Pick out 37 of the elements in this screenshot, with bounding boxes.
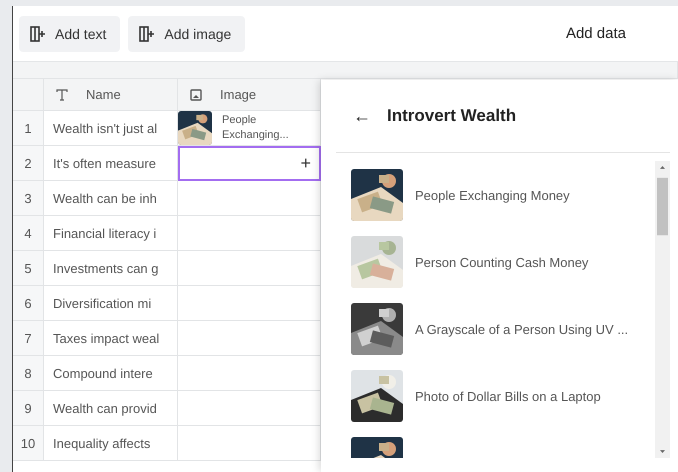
table-cell[interactable]: It's often measure (44, 146, 178, 181)
row-number: 1 (13, 111, 44, 146)
add-column-icon (29, 24, 47, 42)
add-column-button[interactable]: Add image (128, 16, 246, 52)
row-number: 6 (13, 286, 44, 321)
image-title[interactable]: People Exchanging Money (415, 188, 570, 202)
table-cell[interactable]: Investments can g (44, 251, 178, 286)
image-caption: People Exchanging... (222, 113, 290, 143)
row-number: 3 (13, 181, 44, 216)
row-number: 2 (13, 146, 44, 181)
image-cell[interactable]: + (178, 146, 321, 181)
row-number: 10 (13, 426, 44, 461)
add-column-icon (138, 24, 156, 42)
column-header[interactable]: Image (178, 79, 321, 111)
row-number: 9 (13, 391, 44, 426)
image-title[interactable]: A Grayscale of a Person Using UV ... (415, 322, 628, 336)
column-header[interactable]: Name (44, 79, 178, 111)
back-button[interactable]: ← (353, 106, 371, 126)
table-cell[interactable]: Inequality affects (44, 426, 178, 461)
image-title[interactable]: Photo of Dollar Bills on a Laptop (415, 388, 601, 404)
table-cell[interactable]: Taxes impact weal (44, 321, 178, 356)
add-data-title: Add data (566, 25, 626, 42)
image-type-icon (190, 88, 202, 100)
row-number: 7 (13, 321, 44, 356)
row-number: 5 (13, 251, 44, 286)
table-cell[interactable]: Wealth can provid (44, 391, 178, 426)
table-cell[interactable]: Diversification mi (44, 286, 178, 321)
row-number: 8 (13, 356, 44, 391)
table-cell[interactable]: Compound intere (44, 356, 178, 391)
image-cell[interactable]: People Exchanging... (178, 111, 321, 146)
table-cell[interactable]: Financial literacy i (44, 216, 178, 251)
row-number: 4 (13, 216, 44, 251)
image-title[interactable]: Person Counting Cash Money (415, 254, 588, 270)
table-cell[interactable]: Wealth can be inh (44, 181, 178, 216)
panel-title: Introvert Wealth (387, 106, 516, 126)
add-column-button[interactable]: Add text (19, 16, 120, 52)
text-type-icon (56, 88, 68, 100)
